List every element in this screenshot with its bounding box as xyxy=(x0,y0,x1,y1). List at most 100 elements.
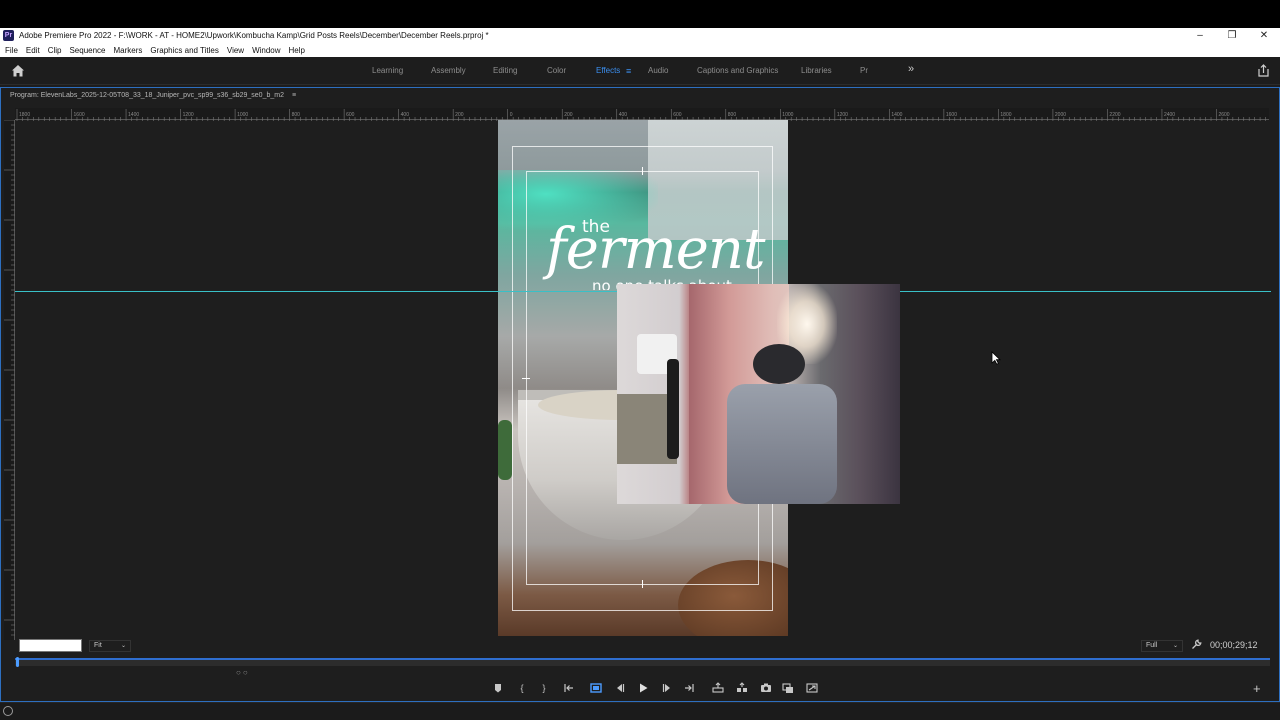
pip-microphone xyxy=(753,344,805,384)
pip-chair xyxy=(727,384,837,504)
ruler-label: 2200 xyxy=(1109,112,1120,118)
playback-resolution-value: Full xyxy=(1146,642,1158,649)
premiere-logo-icon: Pr xyxy=(3,30,14,41)
minimize-icon[interactable]: – xyxy=(1194,30,1206,41)
ruler-label: 1400 xyxy=(128,112,139,118)
ruler-label: 800 xyxy=(292,112,301,118)
close-icon[interactable]: ✕ xyxy=(1258,30,1270,41)
play-icon[interactable] xyxy=(636,681,650,695)
ruler-label: 200 xyxy=(455,112,464,118)
go-to-out-icon[interactable] xyxy=(682,681,696,695)
chevron-down-icon: ⌄ xyxy=(120,643,126,649)
ruler-label: 600 xyxy=(673,112,682,118)
zoom-level-value: Fit xyxy=(94,642,102,649)
tab-assembly[interactable]: Assembly xyxy=(431,66,466,75)
vertical-ruler[interactable] xyxy=(4,119,15,640)
export-frame-icon[interactable] xyxy=(759,681,773,695)
ruler-label: 1200 xyxy=(183,112,194,118)
time-ruler-scrub-bar[interactable] xyxy=(15,658,1270,666)
ruler-label: 0 xyxy=(510,112,513,118)
lift-icon[interactable] xyxy=(711,681,725,695)
ruler-label: 2600 xyxy=(1218,112,1229,118)
menu-clip[interactable]: Clip xyxy=(48,46,62,55)
workspace-menu-icon[interactable]: ≡ xyxy=(626,66,631,76)
menu-file[interactable]: File xyxy=(5,46,18,55)
chevron-down-icon: ⌄ xyxy=(1172,643,1178,649)
horizontal-ruler[interactable]: 1800 1600 1400 1200 1000 800 600 400 200 0 200 400 6… xyxy=(15,108,1269,121)
zoom-scroll-handles[interactable]: ○○ xyxy=(236,668,250,677)
ruler-label: 1600 xyxy=(946,112,957,118)
picture-in-picture-clip[interactable] xyxy=(617,284,900,504)
pip-bottle xyxy=(667,359,679,459)
workspace-bar: Learning Assembly Editing Color Effects … xyxy=(0,57,1280,85)
menu-graphics-titles[interactable]: Graphics and Titles xyxy=(150,46,218,55)
tab-libraries[interactable]: Libraries xyxy=(801,66,832,75)
panel-menu-icon[interactable]: ≡ xyxy=(292,92,296,99)
ruler-label: 1000 xyxy=(782,112,793,118)
zoom-level-select[interactable]: Fit ⌄ xyxy=(89,640,131,652)
tab-learning[interactable]: Learning xyxy=(372,66,403,75)
wrench-settings-icon[interactable] xyxy=(1191,639,1202,650)
safe-center-tick-bottom xyxy=(642,580,643,588)
playhead-handle[interactable] xyxy=(16,657,19,667)
ruler-label: 1200 xyxy=(837,112,848,118)
tab-effects[interactable]: Effects xyxy=(596,66,620,75)
plant-leaf xyxy=(498,420,512,480)
menu-bar: File Edit Clip Sequence Markers Graphics… xyxy=(0,43,1280,57)
overwrite-icon[interactable] xyxy=(805,681,819,695)
status-indicator-icon[interactable] xyxy=(3,706,13,716)
ruler-label: 400 xyxy=(619,112,628,118)
safe-margins-icon[interactable] xyxy=(589,681,603,695)
ruler-label: 1000 xyxy=(237,112,248,118)
menu-edit[interactable]: Edit xyxy=(26,46,40,55)
tab-audio[interactable]: Audio xyxy=(648,66,668,75)
menu-window[interactable]: Window xyxy=(252,46,280,55)
vertical-ruler-ticks xyxy=(4,119,15,636)
mark-out-icon[interactable]: } xyxy=(537,681,551,695)
menu-view[interactable]: View xyxy=(227,46,244,55)
add-marker-icon[interactable] xyxy=(491,681,505,695)
ruler-label: 1600 xyxy=(74,112,85,118)
ruler-label: 2400 xyxy=(1164,112,1175,118)
restore-icon[interactable]: ❐ xyxy=(1226,30,1238,41)
tab-pr[interactable]: Pr xyxy=(860,66,868,75)
step-forward-icon[interactable] xyxy=(660,681,674,695)
status-bar xyxy=(0,702,1280,720)
extract-icon[interactable] xyxy=(735,681,749,695)
go-to-in-icon[interactable] xyxy=(562,681,576,695)
black-top-strip xyxy=(0,0,1280,28)
ruler-label: 2000 xyxy=(1055,112,1066,118)
ruler-label: 1400 xyxy=(891,112,902,118)
ruler-label: 1800 xyxy=(1000,112,1011,118)
insert-icon[interactable] xyxy=(781,681,795,695)
tab-captions-graphics[interactable]: Captions and Graphics xyxy=(697,66,778,75)
more-workspaces-icon[interactable]: » xyxy=(908,63,914,75)
safe-center-tick-top xyxy=(642,167,643,175)
ruler-label: 200 xyxy=(564,112,573,118)
ruler-label: 1800 xyxy=(19,112,30,118)
transport-controls: { } + xyxy=(1,679,1280,699)
program-panel-title[interactable]: Program: ElevenLabs_2025-12-05T08_33_18_… xyxy=(10,92,284,99)
ruler-label: 400 xyxy=(401,112,410,118)
window-title: Adobe Premiere Pro 2022 - F:\WORK - AT -… xyxy=(19,31,489,40)
mouse-cursor-icon xyxy=(991,351,1001,365)
ruler-label: 800 xyxy=(728,112,737,118)
tab-editing[interactable]: Editing xyxy=(493,66,517,75)
add-button-icon[interactable]: + xyxy=(1253,681,1261,696)
menu-sequence[interactable]: Sequence xyxy=(69,46,105,55)
premiere-window: Pr Adobe Premiere Pro 2022 - F:\WORK - A… xyxy=(0,0,1280,720)
menu-markers[interactable]: Markers xyxy=(114,46,143,55)
playback-resolution-select[interactable]: Full ⌄ xyxy=(1141,640,1183,652)
window-title-bar: Pr Adobe Premiere Pro 2022 - F:\WORK - A… xyxy=(0,28,1280,43)
ruler-label: 600 xyxy=(346,112,355,118)
playhead-timecode-field[interactable] xyxy=(19,639,82,652)
program-panel-header: Program: ElevenLabs_2025-12-05T08_33_18_… xyxy=(10,92,296,99)
mark-in-icon[interactable]: { xyxy=(515,681,529,695)
safe-center-tick-left xyxy=(522,378,530,379)
share-icon[interactable] xyxy=(1257,64,1270,77)
step-back-icon[interactable] xyxy=(613,681,627,695)
duration-timecode: 00;00;29;12 xyxy=(1210,640,1258,650)
program-monitor-panel: Program: ElevenLabs_2025-12-05T08_33_18_… xyxy=(0,87,1280,702)
tab-color[interactable]: Color xyxy=(547,66,566,75)
menu-help[interactable]: Help xyxy=(289,46,305,55)
